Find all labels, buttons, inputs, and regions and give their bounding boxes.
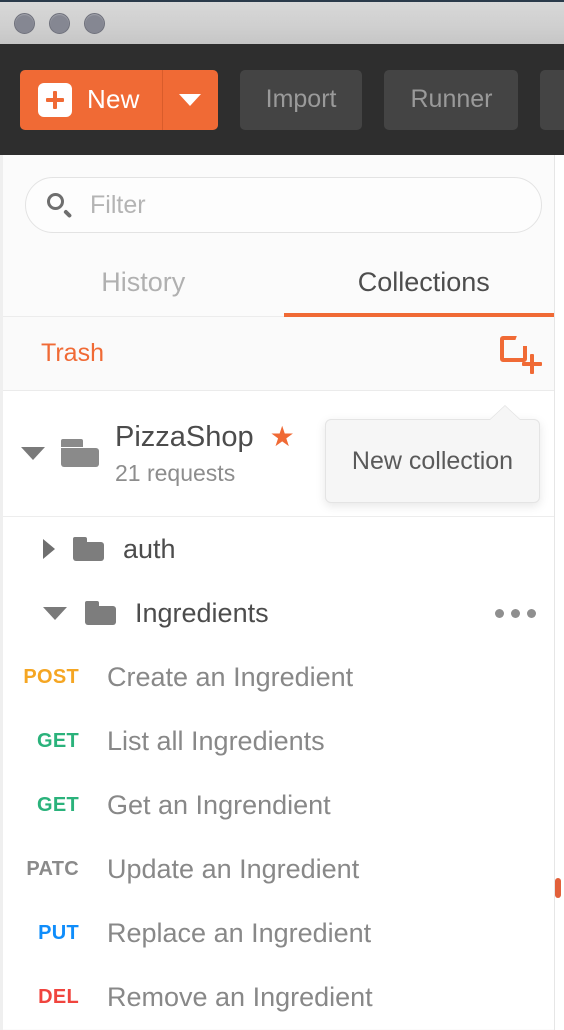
new-collection-icon[interactable] (500, 334, 542, 374)
chevron-right-icon[interactable] (43, 539, 55, 559)
window-controls (14, 12, 105, 34)
collection-name: PizzaShop (115, 420, 254, 453)
tab-collections[interactable]: Collections (283, 253, 564, 317)
request-method: POST (23, 665, 79, 688)
runner-button[interactable]: Runner (384, 69, 519, 130)
collections-sidebar: History Collections Trash PizzaShop ★ (0, 155, 564, 1030)
search-box[interactable] (25, 177, 542, 233)
trash-link[interactable]: Trash (41, 339, 104, 368)
new-button-dropdown[interactable] (163, 70, 218, 130)
zoom-button[interactable] (84, 12, 105, 34)
request-name: List all Ingredients (107, 725, 325, 756)
star-icon[interactable]: ★ (270, 423, 295, 451)
request-method: PATC (26, 857, 79, 880)
scrollbar-thumb[interactable] (555, 878, 561, 898)
search-input[interactable] (90, 190, 521, 220)
toolbar-button-clipped[interactable] (540, 69, 564, 130)
folder-icon (85, 600, 117, 626)
new-button-group: New (20, 69, 218, 130)
request-method: PUT (38, 921, 79, 944)
request-name: Update an Ingredient (107, 853, 360, 884)
window-titlebar (0, 0, 564, 44)
close-button[interactable] (14, 12, 35, 34)
import-button[interactable]: Import (239, 69, 363, 130)
trash-bar: Trash (3, 317, 564, 391)
right-edge-divider (554, 155, 564, 1030)
folder-label: auth (123, 533, 176, 564)
tooltip-label: New collection (351, 446, 514, 475)
new-button[interactable]: New (20, 69, 163, 130)
plus-icon (38, 82, 72, 117)
request-method: GET (36, 729, 79, 752)
collection-request-count: 21 requests (115, 459, 236, 486)
collection-name-line: PizzaShop ★ (115, 421, 295, 454)
request-name: Replace an Ingredient (107, 917, 372, 948)
chevron-down-icon[interactable] (21, 447, 45, 460)
request-row[interactable]: PATC Update an Ingredient (3, 837, 564, 901)
request-name: Create an Ingredient (107, 661, 354, 692)
search-icon (46, 192, 73, 218)
minimize-button[interactable] (49, 12, 70, 34)
tooltip-arrow (490, 406, 520, 420)
postman-window: New Import Runner History Collections Tr… (0, 0, 564, 1030)
folder-label: Ingredients (135, 597, 269, 628)
collection-folder-icon (61, 438, 104, 469)
main-toolbar: New Import Runner (0, 44, 564, 155)
collection-text: PizzaShop ★ 21 requests (115, 421, 295, 487)
request-name: Get an Ingrendient (107, 789, 331, 820)
sidebar-tabs: History Collections (3, 253, 564, 317)
folder-row-ingredients[interactable]: Ingredients (3, 581, 564, 645)
filter-section (3, 155, 564, 233)
folder-icon (73, 536, 105, 562)
chevron-down-icon (179, 93, 202, 106)
request-row[interactable]: DEL Remove an Ingredient (3, 965, 564, 1029)
folder-row-auth[interactable]: auth (3, 517, 564, 581)
request-row[interactable]: POST Create an Ingredient (3, 645, 564, 709)
request-method: DEL (38, 985, 79, 1008)
tab-history[interactable]: History (3, 253, 284, 316)
request-row[interactable]: GET Get an Ingrendient (3, 773, 564, 837)
chevron-down-icon[interactable] (43, 606, 67, 620)
request-method: GET (36, 793, 79, 816)
request-name: Remove an Ingredient (107, 981, 373, 1012)
request-row[interactable]: GET List all Ingredients (3, 709, 564, 773)
new-button-label: New (87, 84, 140, 114)
request-row[interactable]: PUT Replace an Ingredient (3, 901, 564, 965)
new-collection-tooltip: New collection (325, 406, 540, 503)
